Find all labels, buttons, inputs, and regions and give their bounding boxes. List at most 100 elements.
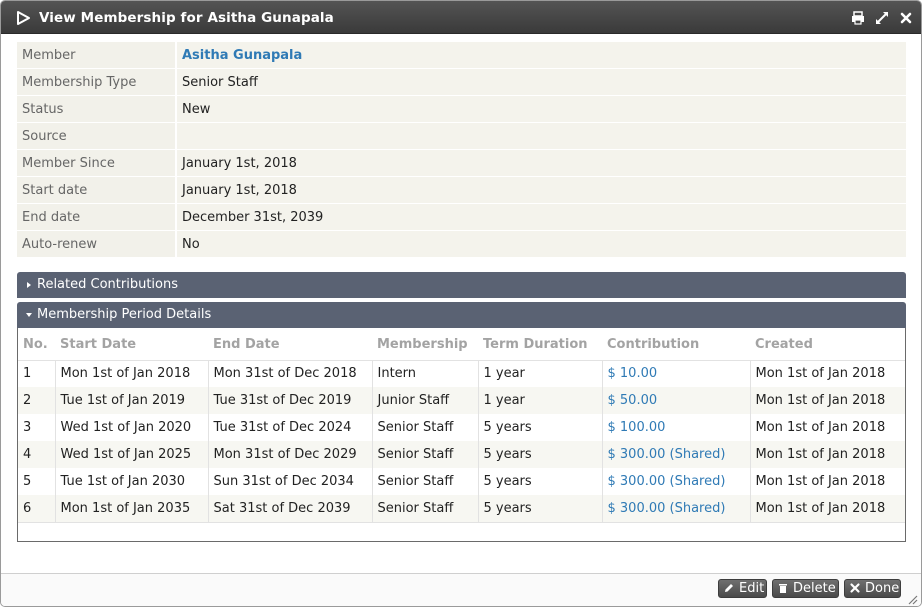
contribution-link[interactable]: $ 50.00 xyxy=(608,393,658,408)
membership-details: Member Asitha Gunapala Membership Type S… xyxy=(17,41,906,258)
cell-membership: Senior Staff xyxy=(371,495,478,523)
contribution-link[interactable]: $ 300.00 (Shared) xyxy=(608,501,726,516)
print-icon[interactable] xyxy=(850,10,866,26)
dialog-title: View Membership for Asitha Gunapala xyxy=(39,10,334,26)
cell-end-date: Mon 31st of Dec 2018 xyxy=(207,360,372,387)
cell-created: Mon 1st of Jan 2018 xyxy=(749,387,905,414)
detail-value: Senior Staff xyxy=(175,69,906,95)
cell-created: Mon 1st of Jan 2018 xyxy=(749,441,905,468)
dialog-icon xyxy=(17,11,30,25)
caret-down-icon xyxy=(26,313,32,317)
pencil-icon xyxy=(725,584,733,592)
detail-label: Start date xyxy=(17,177,175,203)
column-header[interactable]: Start Date xyxy=(55,330,208,361)
cell-membership: Senior Staff xyxy=(371,441,478,468)
cell-no: 4 xyxy=(18,441,55,468)
detail-row-member-since: Member Since January 1st, 2018 xyxy=(17,150,906,176)
column-header[interactable]: Term Duration xyxy=(478,330,602,361)
membership-dialog: View Membership for Asitha Gunapala Memb… xyxy=(0,0,922,607)
edit-button[interactable]: Edit xyxy=(718,579,767,598)
detail-value: No xyxy=(175,231,906,257)
maximize-icon[interactable] xyxy=(874,10,890,26)
detail-row-source: Source xyxy=(17,123,906,149)
table-row: 1 Mon 1st of Jan 2018 Mon 31st of Dec 20… xyxy=(18,360,905,387)
detail-row-status: Status New xyxy=(17,96,906,122)
close-icon[interactable] xyxy=(898,10,914,26)
detail-row-end-date: End date December 31st, 2039 xyxy=(17,204,906,230)
detail-label: Source xyxy=(17,123,175,149)
detail-label: Auto-renew xyxy=(17,231,175,257)
detail-label: Status xyxy=(17,96,175,122)
x-icon xyxy=(850,583,860,593)
cell-term-duration: 5 years xyxy=(477,441,602,468)
contribution-link[interactable]: $ 100.00 xyxy=(608,420,666,435)
related-contributions-header[interactable]: Related Contributions xyxy=(17,272,906,298)
cell-end-date: Sat 31st of Dec 2039 xyxy=(207,495,372,523)
detail-value: December 31st, 2039 xyxy=(175,204,906,230)
period-table: No. Start Date End Date Membership Term … xyxy=(18,330,905,523)
cell-no: 2 xyxy=(18,387,55,414)
detail-row-start-date: Start date January 1st, 2018 xyxy=(17,177,906,203)
detail-row-member: Member Asitha Gunapala xyxy=(17,42,906,68)
dialog-footer: Edit Delete Done xyxy=(1,574,921,606)
caret-right-icon xyxy=(27,282,31,288)
cell-start-date: Tue 1st of Jan 2030 xyxy=(54,468,208,495)
column-header[interactable]: End Date xyxy=(208,330,372,361)
trash-icon xyxy=(779,584,787,593)
period-header-row: No. Start Date End Date Membership Term … xyxy=(18,330,905,361)
cell-start-date: Mon 1st of Jan 2018 xyxy=(54,360,208,387)
contribution-link[interactable]: $ 300.00 (Shared) xyxy=(608,474,726,489)
cell-term-duration: 5 years xyxy=(477,495,602,523)
column-header[interactable]: Membership xyxy=(372,330,478,361)
detail-row-membership-type: Membership Type Senior Staff xyxy=(17,69,906,95)
table-row: 6 Mon 1st of Jan 2035 Sat 31st of Dec 20… xyxy=(18,495,905,523)
cell-membership: Senior Staff xyxy=(371,468,478,495)
column-header[interactable]: No. xyxy=(18,330,55,361)
cell-created: Mon 1st of Jan 2018 xyxy=(749,468,905,495)
period-details-header[interactable]: Membership Period Details xyxy=(17,302,906,328)
detail-value xyxy=(175,123,906,149)
table-row: 3 Wed 1st of Jan 2020 Tue 31st of Dec 20… xyxy=(18,414,905,441)
period-details-panel: No. Start Date End Date Membership Term … xyxy=(17,328,906,542)
cell-start-date: Mon 1st of Jan 2035 xyxy=(54,495,208,523)
cell-no: 3 xyxy=(18,414,55,441)
cell-start-date: Tue 1st of Jan 2019 xyxy=(54,387,208,414)
cell-term-duration: 5 years xyxy=(477,468,602,495)
cell-term-duration: 1 year xyxy=(477,387,602,414)
detail-row-auto-renew: Auto-renew No xyxy=(17,231,906,257)
cell-membership: Senior Staff xyxy=(371,414,478,441)
cell-start-date: Wed 1st of Jan 2025 xyxy=(54,441,208,468)
detail-value: January 1st, 2018 xyxy=(175,150,906,176)
table-row: 2 Tue 1st of Jan 2019 Tue 31st of Dec 20… xyxy=(18,387,905,414)
delete-button[interactable]: Delete xyxy=(772,579,839,598)
dialog-titlebar[interactable]: View Membership for Asitha Gunapala xyxy=(1,1,921,34)
cell-membership: Intern xyxy=(371,360,478,387)
cell-created: Mon 1st of Jan 2018 xyxy=(749,414,905,441)
column-header[interactable]: Created xyxy=(750,330,905,361)
cell-term-duration: 1 year xyxy=(477,360,602,387)
detail-label: Member Since xyxy=(17,150,175,176)
cell-created: Mon 1st of Jan 2018 xyxy=(749,360,905,387)
cell-no: 6 xyxy=(18,495,55,523)
contribution-link[interactable]: $ 10.00 xyxy=(608,366,658,381)
detail-label: Member xyxy=(17,42,175,68)
cell-no: 1 xyxy=(18,360,55,387)
section-title: Related Contributions xyxy=(37,277,178,292)
detail-value: New xyxy=(175,96,906,122)
contribution-link[interactable]: $ 300.00 (Shared) xyxy=(608,447,726,462)
detail-label: Membership Type xyxy=(17,69,175,95)
detail-value: January 1st, 2018 xyxy=(175,177,906,203)
cell-no: 5 xyxy=(18,468,55,495)
cell-created: Mon 1st of Jan 2018 xyxy=(749,495,905,523)
cell-end-date: Sun 31st of Dec 2034 xyxy=(207,468,372,495)
cell-membership: Junior Staff xyxy=(371,387,478,414)
member-link[interactable]: Asitha Gunapala xyxy=(182,48,302,63)
section-title: Membership Period Details xyxy=(37,307,212,322)
resize-grip-icon[interactable] xyxy=(906,593,918,605)
column-header[interactable]: Contribution xyxy=(602,330,750,361)
cell-end-date: Tue 31st of Dec 2024 xyxy=(207,414,372,441)
done-button[interactable]: Done xyxy=(844,579,901,598)
details-table: Member Asitha Gunapala Membership Type S… xyxy=(17,41,906,258)
cell-start-date: Wed 1st of Jan 2020 xyxy=(54,414,208,441)
detail-label: End date xyxy=(17,204,175,230)
